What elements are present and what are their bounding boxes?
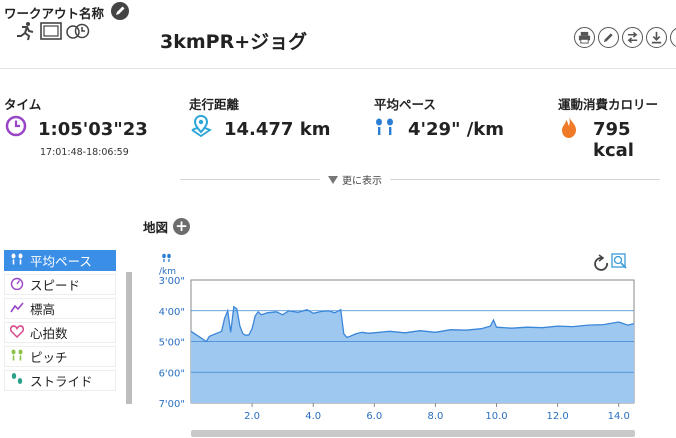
sidebar-item-label: スピード [30, 278, 81, 293]
time-range: 17:01:48-18:06:59 [40, 147, 129, 158]
distance-value: 14.477 km [224, 119, 331, 140]
distance-label: 走行距離 [189, 97, 240, 112]
pace-value: 4'29" /km [408, 119, 505, 140]
footprints-icon [10, 349, 24, 364]
y-tick-label: 5'00" [159, 338, 185, 349]
calories-value: 795 kcal [593, 119, 634, 161]
y-tick-label: 6'00" [159, 368, 185, 379]
x-tick-label: 8.0 [427, 411, 443, 422]
x-tick-label: 10.0 [485, 411, 507, 422]
header-divider [0, 68, 676, 69]
sidebar-item-label: ピッチ [30, 350, 68, 365]
sidebar-item-4[interactable]: ピッチ [4, 346, 116, 367]
y-tick-label: 3'00" [159, 276, 185, 287]
x-tick-label: 14.0 [608, 411, 630, 422]
calories-label: 運動消費カロリー [558, 97, 659, 112]
sidebar-item-2[interactable]: 標高 [4, 298, 116, 319]
sidebar-item-5[interactable]: ストライド [4, 370, 116, 391]
edit-button[interactable] [598, 27, 619, 48]
share-button[interactable] [670, 27, 676, 48]
workout-name-label: ワークアウト名称 [4, 6, 105, 21]
swap-button[interactable] [622, 27, 643, 48]
sidebar-item-1[interactable]: スピード [4, 274, 116, 295]
print-button[interactable] [574, 27, 595, 48]
pace-chart: 3'00" 4'00" 5'00" 6'00" 7'00" 2.0 4.0 6.0 8.0 10.… [159, 253, 635, 422]
footprints-icon [162, 253, 171, 262]
edit-icon [603, 33, 613, 43]
sidebar-scrollbar[interactable] [126, 272, 132, 404]
time-label: タイム [4, 97, 42, 112]
sidebar-item-label: ストライド [30, 374, 93, 389]
x-tick-label: 4.0 [305, 411, 321, 422]
plus-icon: + [175, 217, 188, 235]
print-icon [578, 31, 591, 44]
map-label: 地図 [143, 220, 169, 235]
sidebar-item-0[interactable]: 平均ペース [4, 250, 116, 271]
stride-icon [10, 372, 24, 389]
x-tick-label: 2.0 [244, 411, 260, 422]
show-more-button[interactable]: 更に表示 [327, 172, 382, 187]
chart-horizontal-scrollbar[interactable] [191, 430, 635, 437]
elevation-icon [10, 301, 24, 316]
y-tick-label: 7'00" [159, 399, 185, 410]
show-more-label: 更に表示 [342, 176, 382, 187]
film-icon [40, 22, 62, 44]
sidebar-item-label: 心拍数 [30, 326, 68, 341]
download-button[interactable] [646, 27, 667, 48]
time-value: 1:05'03"23 [38, 119, 148, 140]
workout-title: 3kmPR+ジョグ [160, 31, 308, 53]
pace-label: 平均ペース [374, 97, 436, 112]
y-tick-label: 4'00" [159, 307, 185, 318]
refresh-icon[interactable] [594, 254, 608, 271]
footprints-icon [374, 118, 396, 140]
download-icon [651, 31, 662, 44]
triangle-down-icon [328, 175, 338, 184]
zoom-icon[interactable] [611, 253, 627, 269]
sidebar-item-label: 平均ペース [30, 254, 92, 269]
swap-icon [627, 31, 638, 44]
x-tick-label: 6.0 [366, 411, 382, 422]
sidebar-item-label: 標高 [30, 302, 56, 317]
runner-icon [14, 21, 36, 45]
heart-icon [9, 324, 25, 341]
sidebar-item-3[interactable]: 心拍数 [4, 322, 116, 343]
more-divider [180, 172, 660, 186]
stopwatch-icon [66, 22, 90, 44]
add-map-button[interactable]: + [173, 218, 190, 235]
clock-icon [5, 115, 27, 141]
pencil-icon [116, 6, 125, 15]
flame-icon [560, 115, 578, 143]
footprints-icon [10, 253, 24, 268]
y-unit-label: /km [159, 267, 176, 277]
speedometer-icon [10, 276, 24, 293]
map-pin-icon [189, 114, 213, 142]
edit-name-button[interactable] [111, 2, 129, 20]
x-tick-label: 12.0 [546, 411, 568, 422]
